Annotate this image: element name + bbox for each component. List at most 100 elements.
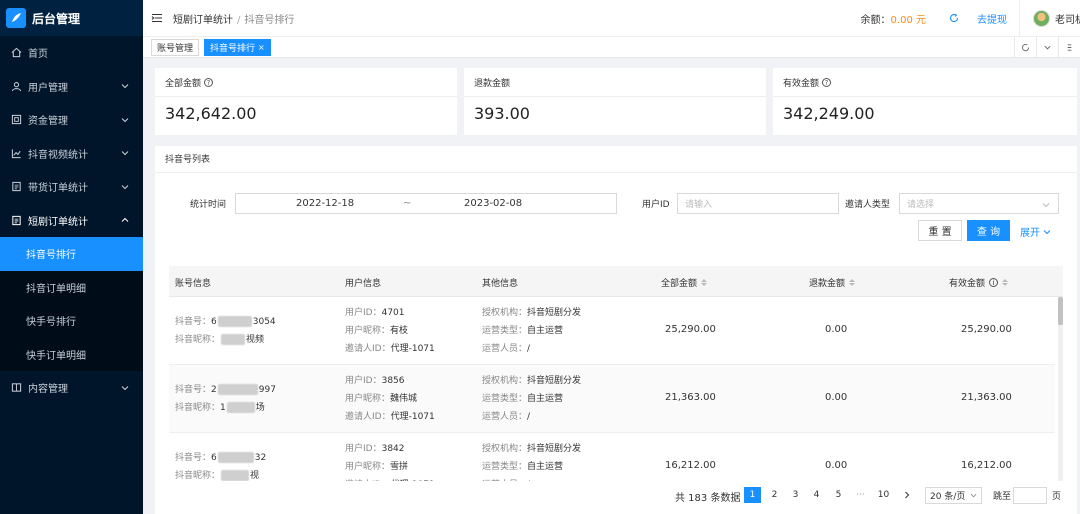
table-row[interactable]: 抖音号：2 997 抖音昵称：1 场 用户ID：3856 用户昵称：魏伟城 邀请人I…	[169, 365, 1055, 433]
page-ellipsis[interactable]: ···	[852, 487, 869, 503]
auth-org-label: 授权机构：	[482, 444, 528, 454]
sidebar-item-funds[interactable]: 资金管理	[0, 103, 143, 137]
wallet-icon	[10, 114, 22, 126]
douyin-list-panel: 抖音号列表 统计时间 2022-12-18 ~ 2023-02-08 用户ID …	[155, 146, 1077, 514]
col-valid-amount[interactable]: 有效金额 i	[949, 276, 1009, 289]
inviter-type-label: 邀请人类型	[845, 200, 891, 210]
sort-icon[interactable]	[701, 279, 708, 286]
page-2[interactable]: 2	[766, 487, 783, 503]
date-range-picker[interactable]: 2022-12-18 ~ 2023-02-08	[235, 193, 617, 214]
brand[interactable]: 后台管理	[0, 0, 143, 36]
inviter-id-label: 邀请人ID：	[345, 344, 391, 354]
refresh-icon	[1021, 44, 1030, 52]
page-3[interactable]: 3	[787, 487, 804, 503]
account-info-cell: 抖音号：2 997 抖音昵称：1 场	[175, 381, 276, 417]
douyin-no-prefix: 6	[211, 317, 217, 327]
douyin-nick-prefix: 1	[220, 403, 226, 413]
douyin-no-prefix: 2	[211, 385, 217, 395]
op-staff-label: 运营人员：	[482, 412, 528, 422]
op-staff-value: /	[527, 412, 531, 422]
userid-label: 用户ID	[642, 200, 670, 210]
op-staff-label: 运营人员：	[482, 344, 528, 354]
query-button[interactable]: 查 询	[967, 220, 1010, 241]
page-4[interactable]: 4	[808, 487, 825, 503]
withdraw-link[interactable]: 去提现	[977, 11, 1007, 26]
table-row[interactable]: 抖音号：6 3054 抖音昵称： 视频 用户ID：4701 用户昵称：有枝 邀请人I…	[169, 297, 1055, 365]
sidebar-item-content[interactable]: 内容管理	[0, 371, 143, 405]
tabs-bar: 账号管理 抖音号排行 ×	[143, 37, 1080, 58]
col-account-info: 账号信息	[175, 279, 212, 289]
chevron-up-icon	[121, 218, 129, 223]
page-5[interactable]: 5	[830, 487, 847, 503]
page-10[interactable]: 10	[875, 487, 892, 503]
user-icon	[10, 80, 22, 92]
question-icon[interactable]: ?	[822, 78, 832, 87]
sort-icon[interactable]	[1002, 279, 1009, 286]
sidebar-subitem-kuaishou-ranking[interactable]: 快手号排行	[0, 304, 143, 338]
tab-dropdown-button[interactable]	[1036, 37, 1058, 58]
col-refund-amount[interactable]: 退款金额	[809, 276, 856, 289]
refresh-icon[interactable]	[949, 13, 959, 23]
chevron-down-icon	[121, 184, 129, 189]
col-total-amount[interactable]: 全部金额	[661, 276, 708, 289]
breadcrumb-parent[interactable]: 短剧订单统计	[173, 15, 233, 26]
jump-page-input[interactable]	[1013, 487, 1047, 504]
chevron-down-icon	[121, 117, 129, 122]
sidebar-item-home[interactable]: 首页	[0, 36, 143, 70]
user-id-label: 用户ID：	[345, 376, 382, 386]
sidebar-item-goods-orders[interactable]: 带货订单统计	[0, 170, 143, 204]
info-icon[interactable]: i	[989, 278, 999, 287]
scrollbar-thumb[interactable]	[1058, 297, 1063, 325]
chevron-down-icon	[1043, 229, 1051, 234]
file-icon	[10, 214, 22, 226]
inviter-type-select[interactable]: 请选择	[899, 193, 1059, 214]
douyin-no-label: 抖音号：	[175, 385, 212, 395]
sidebar-subitem-douyin-ranking[interactable]: 抖音号排行	[0, 237, 143, 271]
date-end[interactable]: 2023-02-08	[464, 198, 522, 209]
userid-input[interactable]: 请输入	[677, 193, 839, 214]
user-id-label: 用户ID：	[345, 308, 382, 318]
user-info-cell: 用户ID：3856 用户昵称：魏伟城 邀请人ID：代理-1071	[345, 372, 435, 426]
menu-fold-icon[interactable]	[151, 12, 163, 24]
douyin-nick-suffix: 场	[255, 403, 265, 413]
date-start[interactable]: 2022-12-18	[296, 198, 354, 209]
douyin-nick-label: 抖音昵称：	[175, 471, 221, 481]
sidebar-item-users[interactable]: 用户管理	[0, 70, 143, 104]
breadcrumb: 短剧订单统计 / 抖音号排行	[173, 11, 294, 26]
sidebar-item-label: 带货订单统计	[28, 183, 88, 195]
chevron-down-icon	[1044, 45, 1051, 50]
douyin-no-suffix: 997	[258, 385, 276, 395]
reset-button[interactable]: 重 置	[918, 220, 962, 241]
page-1[interactable]: 1	[744, 487, 761, 503]
other-info-cell: 授权机构：抖音短剧分发 运营类型：自主运营 运营人员：/	[482, 304, 581, 358]
question-icon[interactable]: ?	[204, 78, 214, 87]
tab-more-button[interactable]	[1058, 37, 1080, 58]
table-scrollbar[interactable]	[1058, 297, 1063, 481]
col-label: 有效金额	[949, 279, 986, 289]
total-amount: 25,290.00	[665, 324, 716, 335]
page-size-select[interactable]: 20 条/页	[925, 487, 982, 504]
tab-refresh-button[interactable]	[1014, 37, 1036, 58]
username[interactable]: 老司机	[1055, 11, 1080, 26]
refund-amount: 0.00	[825, 460, 848, 471]
sort-icon[interactable]	[849, 279, 856, 286]
brand-title: 后台管理	[32, 11, 81, 26]
sidebar-subitem-kuaishou-order-detail[interactable]: 快手订单明细	[0, 337, 143, 371]
op-type-label: 运营类型：	[482, 326, 528, 336]
ranking-table: 账号信息 用户信息 其他信息 全部金额 退款金额 有效金额 i 抖音号：6 3054…	[169, 266, 1063, 481]
avatar[interactable]	[1033, 9, 1050, 27]
sidebar-item-short-drama-orders[interactable]: 短剧订单统计	[0, 204, 143, 238]
chevron-down-icon	[121, 385, 129, 390]
sidebar-subitem-douyin-order-detail[interactable]: 抖音订单明细	[0, 270, 143, 304]
tab-account-management[interactable]: 账号管理	[151, 39, 200, 56]
expand-toggle[interactable]: 展开	[1020, 224, 1051, 239]
tab-douyin-ranking[interactable]: 抖音号排行 ×	[204, 39, 271, 56]
next-page-button[interactable]	[898, 487, 915, 503]
close-icon[interactable]: ×	[258, 43, 265, 52]
op-staff-label: 运营人员：	[482, 480, 527, 481]
sidebar-item-douyin-video-stats[interactable]: 抖音视频统计	[0, 137, 143, 171]
pagination: 共 183 条数据 1 2 3 4 5 ··· 10 20 条/页 跳至 页	[155, 484, 1077, 508]
stat-title: 全部金额	[165, 79, 202, 89]
table-row[interactable]: 抖音号：6 32 抖音昵称： 视 用户ID：3842 用户昵称：雪拼 邀请人ID：代…	[169, 433, 1055, 481]
douyin-nick-label: 抖音昵称：	[175, 403, 221, 413]
